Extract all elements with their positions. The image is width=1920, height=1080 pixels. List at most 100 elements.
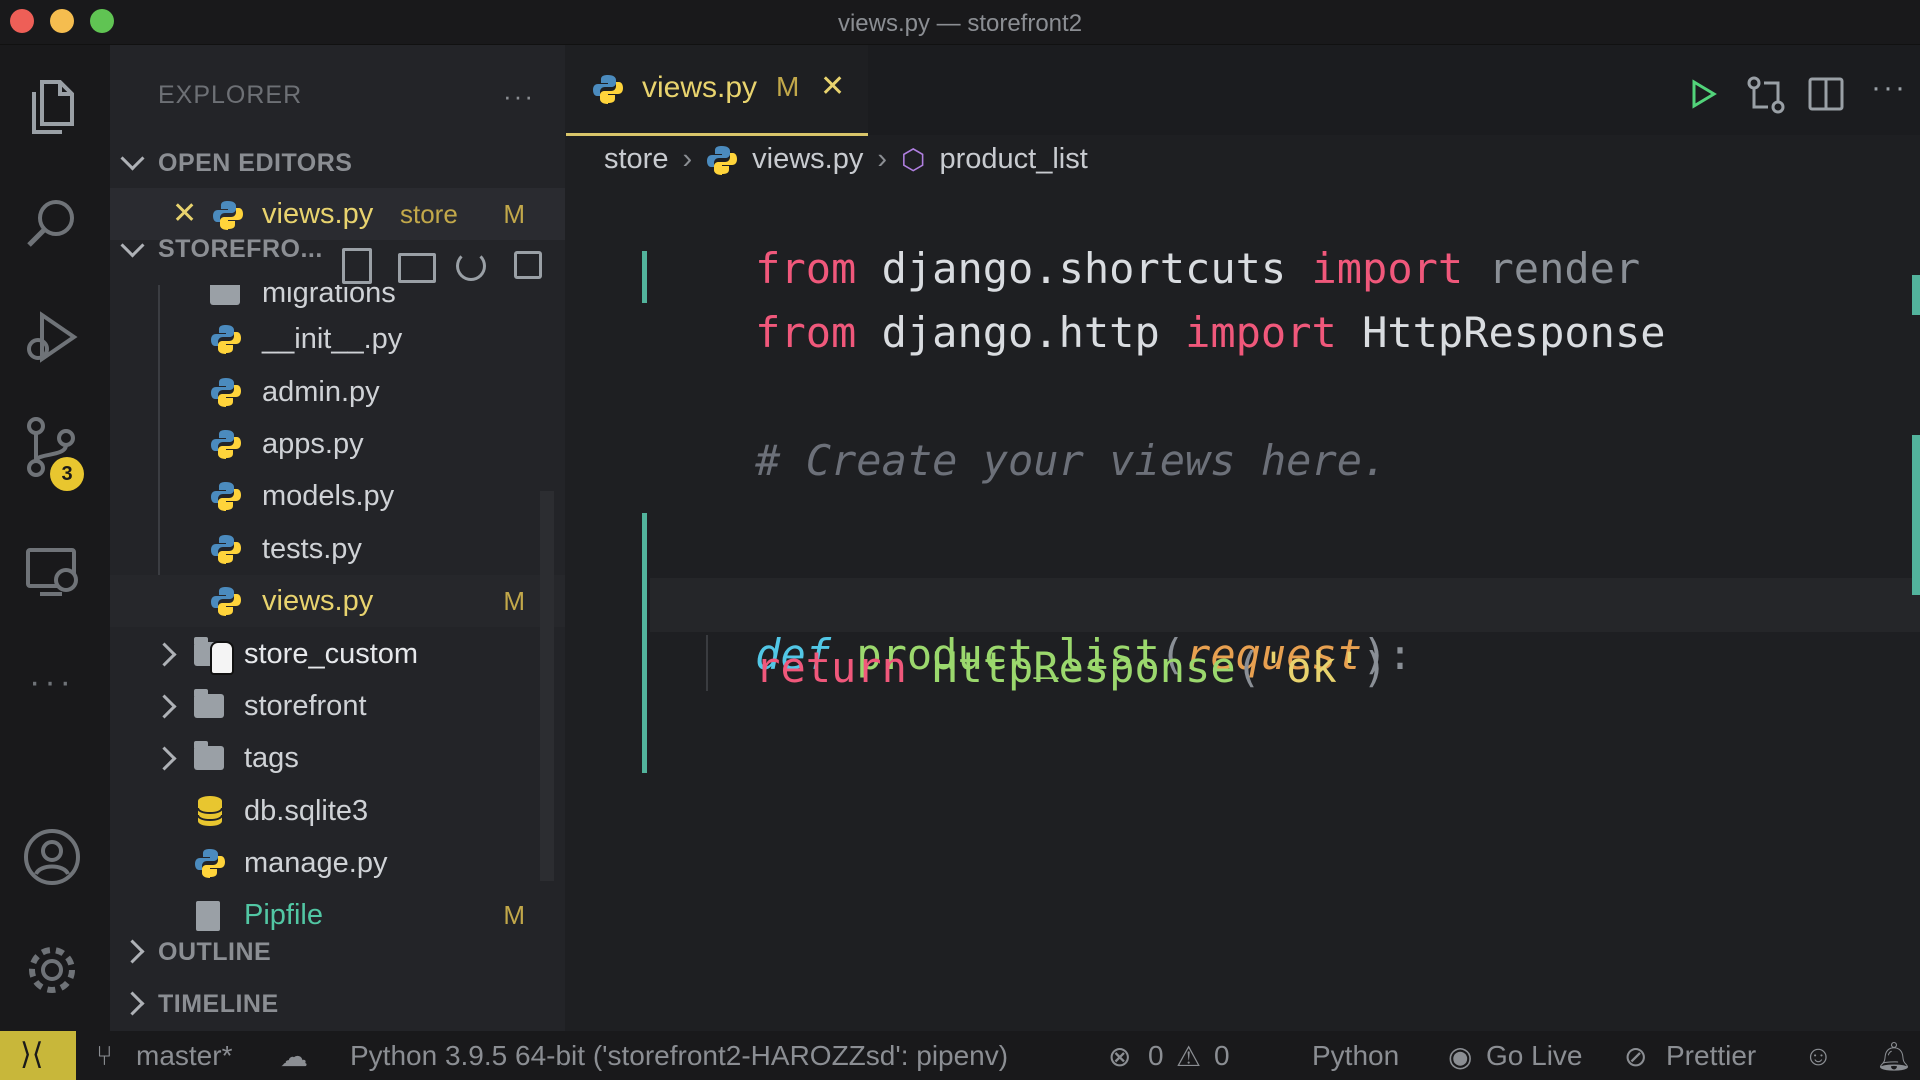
tree-file-views[interactable]: views.py M (110, 575, 565, 627)
project-header[interactable]: STOREFRO... (158, 235, 323, 264)
timeline-header[interactable]: TIMELINE (158, 990, 279, 1019)
accounts-icon[interactable] (20, 825, 84, 889)
chevron-right-icon: › (877, 143, 888, 175)
modified-badge: M (503, 900, 525, 930)
remote-explorer-icon[interactable] (20, 540, 84, 604)
open-editor-folder: store (400, 199, 458, 229)
prettier-button[interactable]: Prettier (1666, 1040, 1756, 1072)
python-interpreter[interactable]: Python 3.9.5 64-bit ('storefront2-HAROZZ… (350, 1040, 1008, 1072)
bell-icon[interactable]: 🔔︎ (1876, 1040, 1912, 1073)
chevron-right-icon[interactable] (120, 991, 145, 1016)
warning-icon[interactable]: ⚠ (1176, 1040, 1201, 1073)
code-return-line[interactable]: return HttpResponse('ok') (654, 643, 1387, 692)
remote-indicator[interactable]: ⟩⟨ (0, 1031, 76, 1080)
tree-file-admin[interactable]: admin.py (110, 366, 565, 418)
error-icon[interactable]: ⊗ (1108, 1040, 1131, 1073)
scm-badge: 3 (50, 457, 84, 491)
title-bar: views.py — storefront2 (0, 0, 1920, 45)
chevron-right-icon (152, 694, 177, 719)
more-actions-icon[interactable]: ··· (1871, 71, 1907, 105)
tab-filename: views.py (642, 71, 758, 104)
compare-changes-icon[interactable] (1746, 75, 1786, 115)
run-icon[interactable] (1688, 79, 1718, 109)
more-views-icon[interactable]: ··· (20, 650, 84, 714)
explorer-sidebar: EXPLORER ··· OPEN EDITORS ✕ views.py sto… (110, 45, 565, 1031)
tree-folder-store-custom[interactable]: store_custom (110, 628, 565, 680)
new-file-icon[interactable] (342, 248, 372, 284)
new-folder-icon[interactable] (398, 253, 436, 283)
chevron-right-icon: › (682, 143, 693, 175)
breadcrumb-symbol[interactable]: product_list (939, 143, 1087, 176)
status-bar: ⟩⟨ ⑂ master* ☁ Python 3.9.5 64-bit ('sto… (0, 1031, 1920, 1080)
code-comment[interactable]: # Create your views here. (654, 387, 1387, 534)
activity-bar: 3 ··· (0, 45, 110, 1031)
python-file-icon (213, 201, 243, 231)
modified-badge: M (503, 199, 525, 229)
python-file-icon (211, 587, 241, 616)
explorer-icon[interactable] (20, 75, 84, 139)
tree-file-db[interactable]: db.sqlite3 (110, 785, 565, 837)
mouse-cursor-icon (210, 641, 234, 675)
python-file-icon (211, 378, 241, 407)
sync-icon[interactable]: ☁ (280, 1040, 308, 1073)
python-file-icon (593, 75, 623, 104)
database-icon (197, 796, 223, 826)
tree-file-pipfile[interactable]: Pipfile M (110, 889, 565, 941)
run-debug-icon[interactable] (20, 305, 84, 369)
error-count[interactable]: 0 (1148, 1040, 1164, 1072)
tree-folder-tags[interactable]: tags (110, 732, 565, 784)
breadcrumb: store › views.py › ⬡ product_list (604, 143, 1088, 176)
close-icon[interactable]: ✕ (820, 69, 845, 104)
tree-file-models[interactable]: models.py (110, 470, 565, 522)
collapse-all-icon[interactable] (514, 251, 542, 279)
warning-count[interactable]: 0 (1214, 1040, 1230, 1072)
split-editor-icon[interactable] (1808, 77, 1844, 111)
folder-icon (194, 741, 224, 770)
tree-file-tests[interactable]: tests.py (110, 523, 565, 575)
refresh-icon[interactable] (456, 251, 486, 281)
open-editor-filename: views.py (262, 198, 374, 230)
open-editors-header[interactable]: OPEN EDITORS (158, 149, 352, 178)
tree-folder-storefront[interactable]: storefront (110, 680, 565, 732)
python-file-icon (195, 849, 225, 878)
branch-icon[interactable]: ⑂ (96, 1040, 113, 1072)
sidebar-scrollbar[interactable] (540, 491, 554, 881)
broadcast-icon[interactable]: ◉ (1448, 1040, 1472, 1073)
explorer-title: EXPLORER (158, 81, 303, 109)
tree-file-manage[interactable]: manage.py (110, 837, 565, 889)
chevron-right-icon (152, 642, 177, 667)
python-file-icon (211, 325, 241, 354)
breadcrumb-file[interactable]: views.py (752, 143, 863, 176)
python-file-icon (211, 535, 241, 564)
gear-icon[interactable] (20, 938, 84, 1002)
prettier-icon[interactable]: ⊘ (1624, 1040, 1647, 1073)
branch-name[interactable]: master* (136, 1040, 232, 1072)
close-icon[interactable]: ✕ (172, 188, 197, 240)
python-file-icon (707, 145, 738, 175)
overview-change-marker (1912, 275, 1920, 315)
open-editor-item[interactable]: ✕ views.py store M (110, 188, 565, 240)
search-icon[interactable] (20, 191, 84, 255)
remote-icon: ⟩⟨ (20, 1038, 44, 1071)
editor-area: views.py M ✕ ··· store › views.py › ⬡ pr… (566, 45, 1920, 1031)
symbol-method-icon: ⬡ (901, 144, 926, 175)
tree-file-apps[interactable]: apps.py (110, 418, 565, 470)
tab-views-py[interactable]: views.py M ✕ (566, 45, 868, 136)
chevron-down-icon[interactable] (120, 146, 145, 171)
outline-header[interactable]: OUTLINE (158, 938, 271, 967)
breadcrumb-folder[interactable]: store (604, 143, 668, 176)
go-live-button[interactable]: Go Live (1486, 1040, 1583, 1072)
python-file-icon (211, 430, 241, 459)
file-tree: migrations __init__.py admin.py apps.py … (110, 285, 565, 969)
git-change-bar[interactable] (642, 251, 647, 303)
overview-ruler[interactable] (1908, 185, 1920, 1031)
language-mode[interactable]: Python (1312, 1040, 1399, 1072)
tab-modified-badge: M (776, 71, 800, 102)
code-line-2[interactable]: from django.http import HttpResponse (654, 259, 1665, 406)
tree-file-init[interactable]: __init__.py (110, 313, 565, 365)
modified-badge: M (503, 586, 525, 616)
git-change-bar[interactable] (642, 513, 647, 773)
explorer-more-actions[interactable]: ··· (503, 81, 535, 112)
feedback-icon[interactable]: ☺ (1804, 1040, 1833, 1072)
chevron-right-icon (152, 746, 177, 771)
